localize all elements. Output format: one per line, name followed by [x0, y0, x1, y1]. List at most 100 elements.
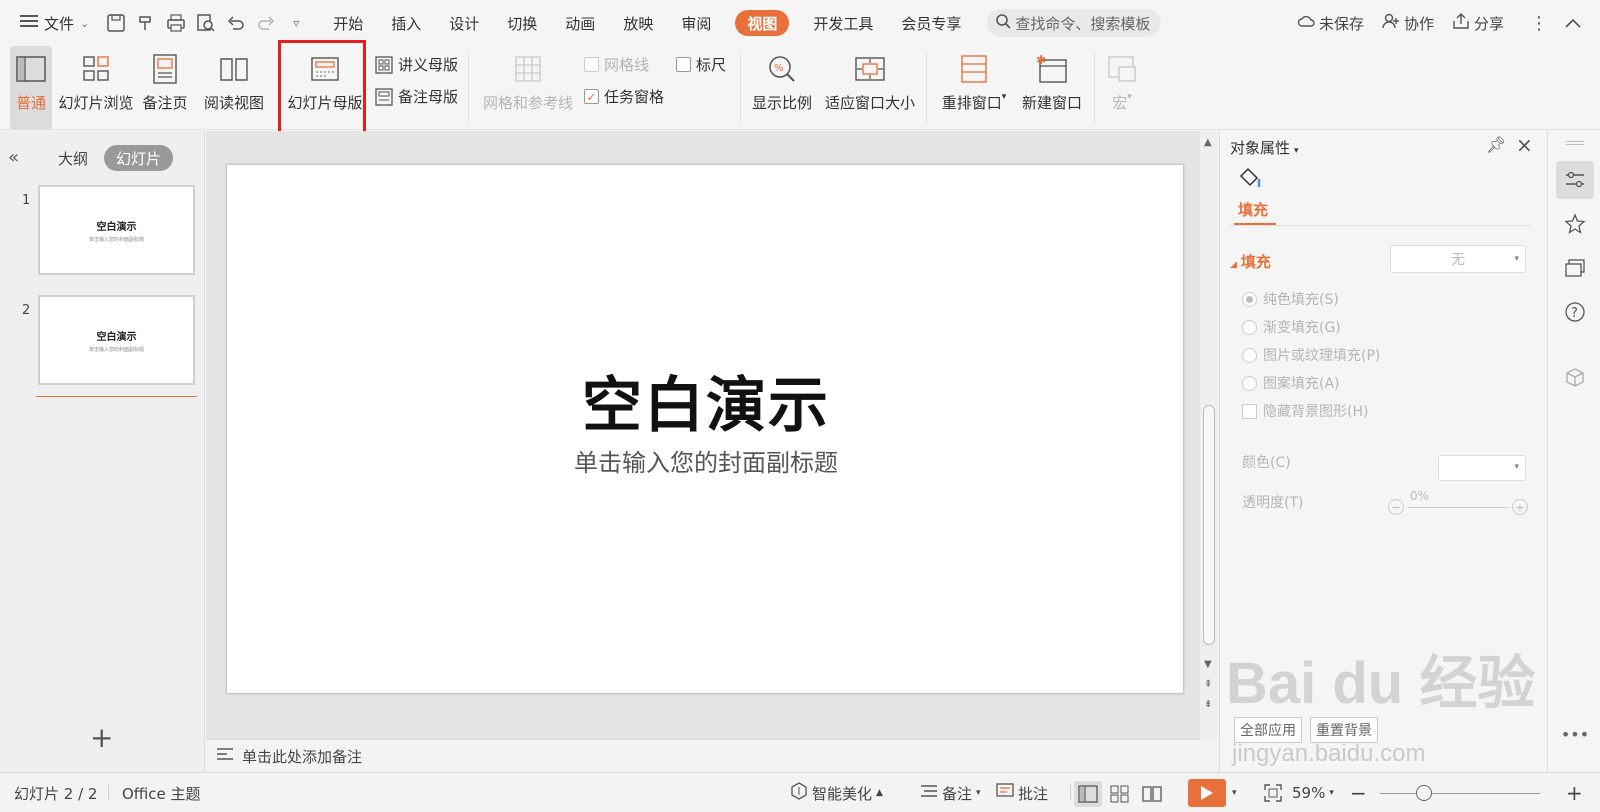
solid-fill-radio[interactable]: 纯色填充(S)	[1242, 289, 1339, 309]
print-preview-icon[interactable]	[191, 8, 221, 38]
slide-number: 2	[22, 303, 31, 318]
unsaved-status[interactable]: 未保存	[1291, 8, 1370, 38]
undo-icon[interactable]	[221, 8, 251, 38]
search-input[interactable]: 查找命令、搜索模板	[987, 9, 1162, 37]
add-slide-button[interactable]: +	[90, 721, 113, 754]
slide-subtitle[interactable]: 单击输入您的封面副标题	[227, 443, 1185, 478]
notes-bar[interactable]: 单击此处添加备注	[206, 739, 1200, 772]
handout-master-button[interactable]: 讲义母版	[374, 54, 458, 75]
tab-view[interactable]: 视图	[735, 10, 790, 36]
tab-member[interactable]: 会员专享	[887, 8, 975, 38]
more-vertical-icon[interactable]: ⋮	[1524, 8, 1554, 38]
properties-title[interactable]: 对象属性 ▾	[1230, 137, 1299, 158]
share-icon	[1452, 13, 1470, 33]
grid-guides-button[interactable]: 网格和参考线	[480, 46, 576, 130]
arrange-window-button[interactable]: 重排窗口▾	[938, 46, 1010, 130]
tab-animation[interactable]: 动画	[551, 8, 609, 38]
macro-button[interactable]: 宏▾	[1102, 46, 1142, 130]
handout-master-icon	[374, 55, 394, 75]
sorter-view-status-button[interactable]	[1106, 781, 1134, 807]
reading-view-button[interactable]: 阅读视图	[202, 46, 266, 130]
share-button[interactable]: 分享	[1446, 8, 1510, 38]
tab-transition[interactable]: 切换	[493, 8, 551, 38]
gradient-fill-radio[interactable]: 渐变填充(G)	[1242, 317, 1341, 337]
more-icon[interactable]: •••	[1556, 715, 1594, 753]
close-icon[interactable]: ×	[1516, 133, 1533, 157]
tab-insert[interactable]: 插入	[377, 8, 435, 38]
scroll-down-icon[interactable]: ▼	[1204, 659, 1212, 670]
slide-sorter-button[interactable]: 幻灯片浏览	[58, 46, 134, 130]
help-rail-button[interactable]: ?	[1556, 293, 1594, 331]
tab-review[interactable]: 审阅	[667, 8, 725, 38]
smart-beautify-button[interactable]: 智能美化 ▲	[790, 773, 883, 812]
notes-toggle-button[interactable]: 备注 ▾	[920, 773, 981, 812]
picture-fill-radio[interactable]: 图片或纹理填充(P)	[1242, 345, 1380, 365]
format-painter-icon[interactable]	[131, 8, 161, 38]
zoom-button[interactable]: % 显示比例	[750, 46, 814, 130]
fill-section-header[interactable]: ◢ 填充	[1230, 251, 1271, 272]
tab-slides[interactable]: 幻灯片	[104, 145, 174, 171]
prev-slide-icon[interactable]: ⇞	[1204, 679, 1212, 690]
new-window-button[interactable]: ✱ 新建窗口	[1020, 46, 1084, 130]
reading-view-status-button[interactable]	[1138, 781, 1166, 807]
zoom-slider-knob[interactable]	[1416, 785, 1432, 801]
tab-outline[interactable]: 大纲	[58, 145, 88, 171]
slide-canvas[interactable]: 空白演示 单击输入您的封面副标题	[226, 164, 1184, 694]
print-icon[interactable]	[161, 8, 191, 38]
fill-type-select[interactable]: 无 ▾	[1390, 245, 1526, 273]
minus-icon[interactable]: −	[1388, 499, 1404, 515]
task-pane-checkbox[interactable]: ✓ 任务窗格	[584, 86, 664, 107]
normal-view-status-button[interactable]	[1074, 781, 1102, 807]
hide-background-checkbox[interactable]: 隐藏背景图形(H)	[1242, 401, 1368, 421]
tab-start[interactable]: 开始	[319, 8, 377, 38]
file-menu[interactable]: 文件 ⌄	[14, 8, 95, 38]
scrollbar-thumb[interactable]	[1203, 405, 1215, 645]
vertical-scrollbar[interactable]: ▲ ▼ ⇞ ⇟	[1200, 131, 1218, 739]
ruler-check-icon	[676, 57, 691, 72]
slide-title[interactable]: 空白演示	[227, 357, 1185, 444]
redo-icon[interactable]	[251, 8, 281, 38]
properties-rail-button[interactable]	[1556, 161, 1594, 199]
play-options-chevron-icon[interactable]: ▾	[1232, 773, 1237, 812]
plus-icon[interactable]: +	[1512, 499, 1528, 515]
share-label: 分享	[1473, 14, 1504, 33]
ribbon-separator	[1094, 54, 1095, 122]
zoom-in-button[interactable]: +	[1566, 773, 1583, 812]
notes-page-button[interactable]: 备注页	[140, 46, 190, 130]
tab-design[interactable]: 设计	[435, 8, 493, 38]
slide-thumbnail[interactable]: 空白演示 单击输入您的封面副标题	[38, 295, 195, 385]
transparency-slider[interactable]: − 0% +	[1388, 489, 1528, 517]
fill-bucket-icon[interactable]	[1238, 167, 1264, 195]
pattern-fill-radio[interactable]: 图案填充(A)	[1242, 373, 1340, 393]
ribbon-separator	[468, 54, 469, 122]
cube-rail-button[interactable]	[1556, 359, 1594, 397]
tab-developer[interactable]: 开发工具	[799, 8, 887, 38]
fit-to-window-status-button[interactable]	[1264, 773, 1282, 812]
zoom-level-select[interactable]: 59% ▾	[1292, 773, 1334, 812]
zoom-out-button[interactable]: −	[1350, 773, 1367, 812]
transition-rail-button[interactable]	[1556, 249, 1594, 287]
collab-button[interactable]: 协作	[1376, 8, 1440, 38]
theme-name[interactable]: Office 主题	[122, 773, 201, 812]
scroll-up-icon[interactable]: ▲	[1204, 137, 1212, 148]
slide-number: 1	[22, 193, 31, 208]
fit-window-button[interactable]: 适应窗口大小	[824, 46, 916, 130]
tab-slideshow[interactable]: 放映	[609, 8, 667, 38]
collapse-panel-icon[interactable]: «	[8, 147, 19, 168]
notes-master-button[interactable]: 备注母版	[374, 86, 458, 107]
animation-rail-button[interactable]	[1556, 205, 1594, 243]
color-picker[interactable]: ▾	[1438, 455, 1526, 481]
tab-fill[interactable]: 填充	[1238, 199, 1268, 220]
slide-thumbnail[interactable]: 空白演示 单击输入您的封面副标题	[38, 185, 195, 275]
gridlines-checkbox[interactable]: 网格线	[584, 54, 649, 75]
play-slideshow-button[interactable]	[1188, 779, 1226, 807]
collapse-ribbon-icon[interactable]	[1558, 8, 1588, 38]
next-slide-icon[interactable]: ⇟	[1204, 699, 1212, 710]
normal-view-button[interactable]: 普通	[10, 46, 52, 130]
save-icon[interactable]	[101, 8, 131, 38]
comments-button[interactable]: 批注	[996, 773, 1048, 812]
zoom-slider-track[interactable]	[1380, 793, 1540, 794]
customize-toolbar-icon[interactable]: ▿	[281, 8, 311, 38]
ruler-checkbox[interactable]: 标尺	[676, 54, 726, 75]
pin-icon[interactable]: 📌︎	[1486, 135, 1506, 154]
